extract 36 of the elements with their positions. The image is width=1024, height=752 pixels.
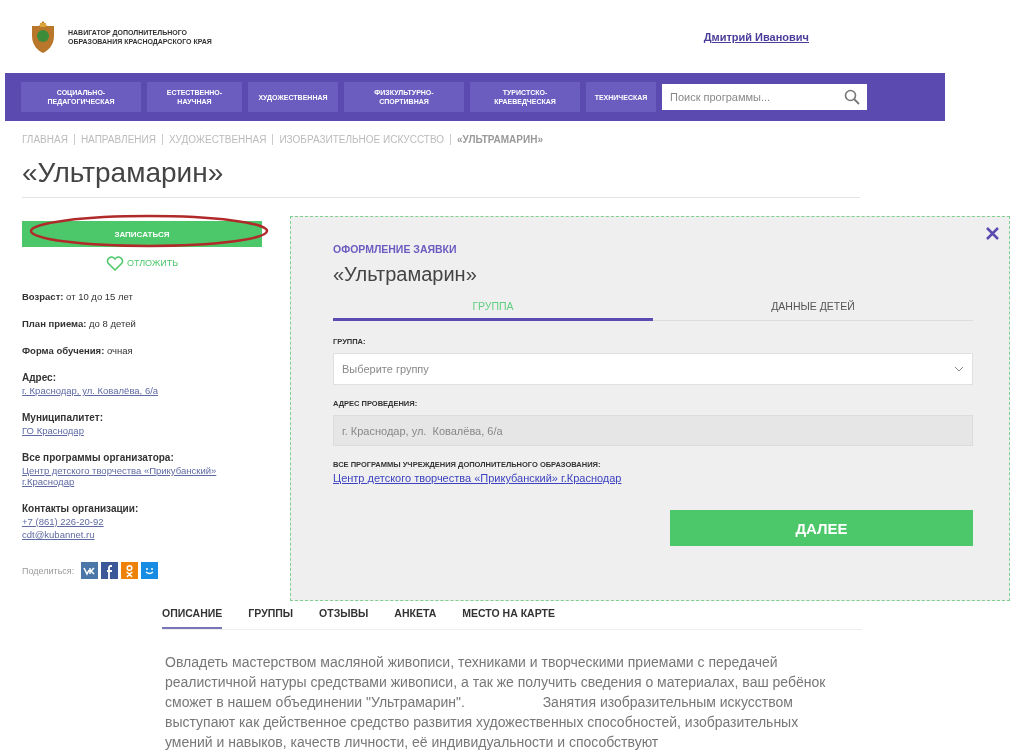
- content-tab[interactable]: АНКЕТА: [394, 607, 437, 629]
- organization-link[interactable]: Центр детского творчества «Прикубанский» г.Краснодар: [333, 472, 622, 484]
- description-text: Овладеть мастерством масляной живописи, техниками и творческими приемами с передачей реалистичной натуры средствами живописи, а так же получить сведения о материалах, ваш ребёнок сможет в нашем объединении "Ультрамарин". Занятия изобразительным искусством выступают как действенное средство развития художественных способностей, изобразительных умений и навыков, качеств личности, её индивидуальности и способствуют: [165, 653, 827, 752]
- social-icon[interactable]: [101, 562, 119, 579]
- heart-icon: [105, 255, 124, 271]
- info-link[interactable]: ГО Краснодар: [22, 425, 262, 436]
- info-label: Адрес:: [22, 372, 57, 383]
- info-text: Возраст: от 10 до 15 лет: [22, 291, 134, 302]
- info-label: Все программы организатора:: [22, 452, 175, 463]
- chevron-icon: [954, 366, 964, 372]
- group-select[interactable]: Выберите группу: [333, 353, 973, 385]
- address-field: г. Краснодар, ул. Ковалёва, 6/а: [333, 415, 973, 446]
- content-tab[interactable]: ГРУППЫ: [248, 607, 294, 629]
- info-text: План приема: до 8 детей: [22, 318, 137, 329]
- content-tab[interactable]: МЕСТО НА КАРТЕ: [462, 607, 555, 629]
- content-tab[interactable]: ОТЗЫВЫ: [319, 607, 369, 629]
- info-link[interactable]: г. Краснодар, ул. Ковалёва, 6/а: [22, 385, 262, 396]
- info-text: Форма обучения: очная: [22, 345, 134, 356]
- info-link[interactable]: Центр детского творчества «Прикубанский» г.Краснодар: [22, 465, 262, 487]
- search-field[interactable]: Поиск программы...: [662, 84, 867, 110]
- info-label: Муниципалитет:: [22, 412, 105, 423]
- info-label: Контакты организации:: [22, 503, 140, 514]
- breadcrumb-link[interactable]: «УЛЬТРАМАРИН»: [450, 134, 549, 145]
- search-icon[interactable]: [844, 89, 860, 105]
- social-icon[interactable]: [141, 562, 159, 579]
- step-tab[interactable]: ДАННЫЕ ДЕТЕЙ: [653, 296, 973, 321]
- page-title: «Ультрамарин»: [22, 157, 860, 198]
- info-link[interactable]: cdt@kubannet.ru: [22, 529, 262, 540]
- modal-kicker: ОФОРМЛЕНИЕ ЗАЯВКИ: [333, 243, 458, 255]
- content-tab[interactable]: ОПИСАНИЕ: [162, 607, 223, 629]
- user-link[interactable]: Дмитрий Иванович: [703, 30, 809, 43]
- share-label: Поделиться:: [22, 565, 75, 576]
- close-icon: [986, 227, 999, 240]
- social-icon[interactable]: [81, 562, 99, 579]
- modal-title: «Ультрамарин»: [333, 263, 478, 286]
- info-link[interactable]: +7 (861) 226-20-92: [22, 516, 262, 527]
